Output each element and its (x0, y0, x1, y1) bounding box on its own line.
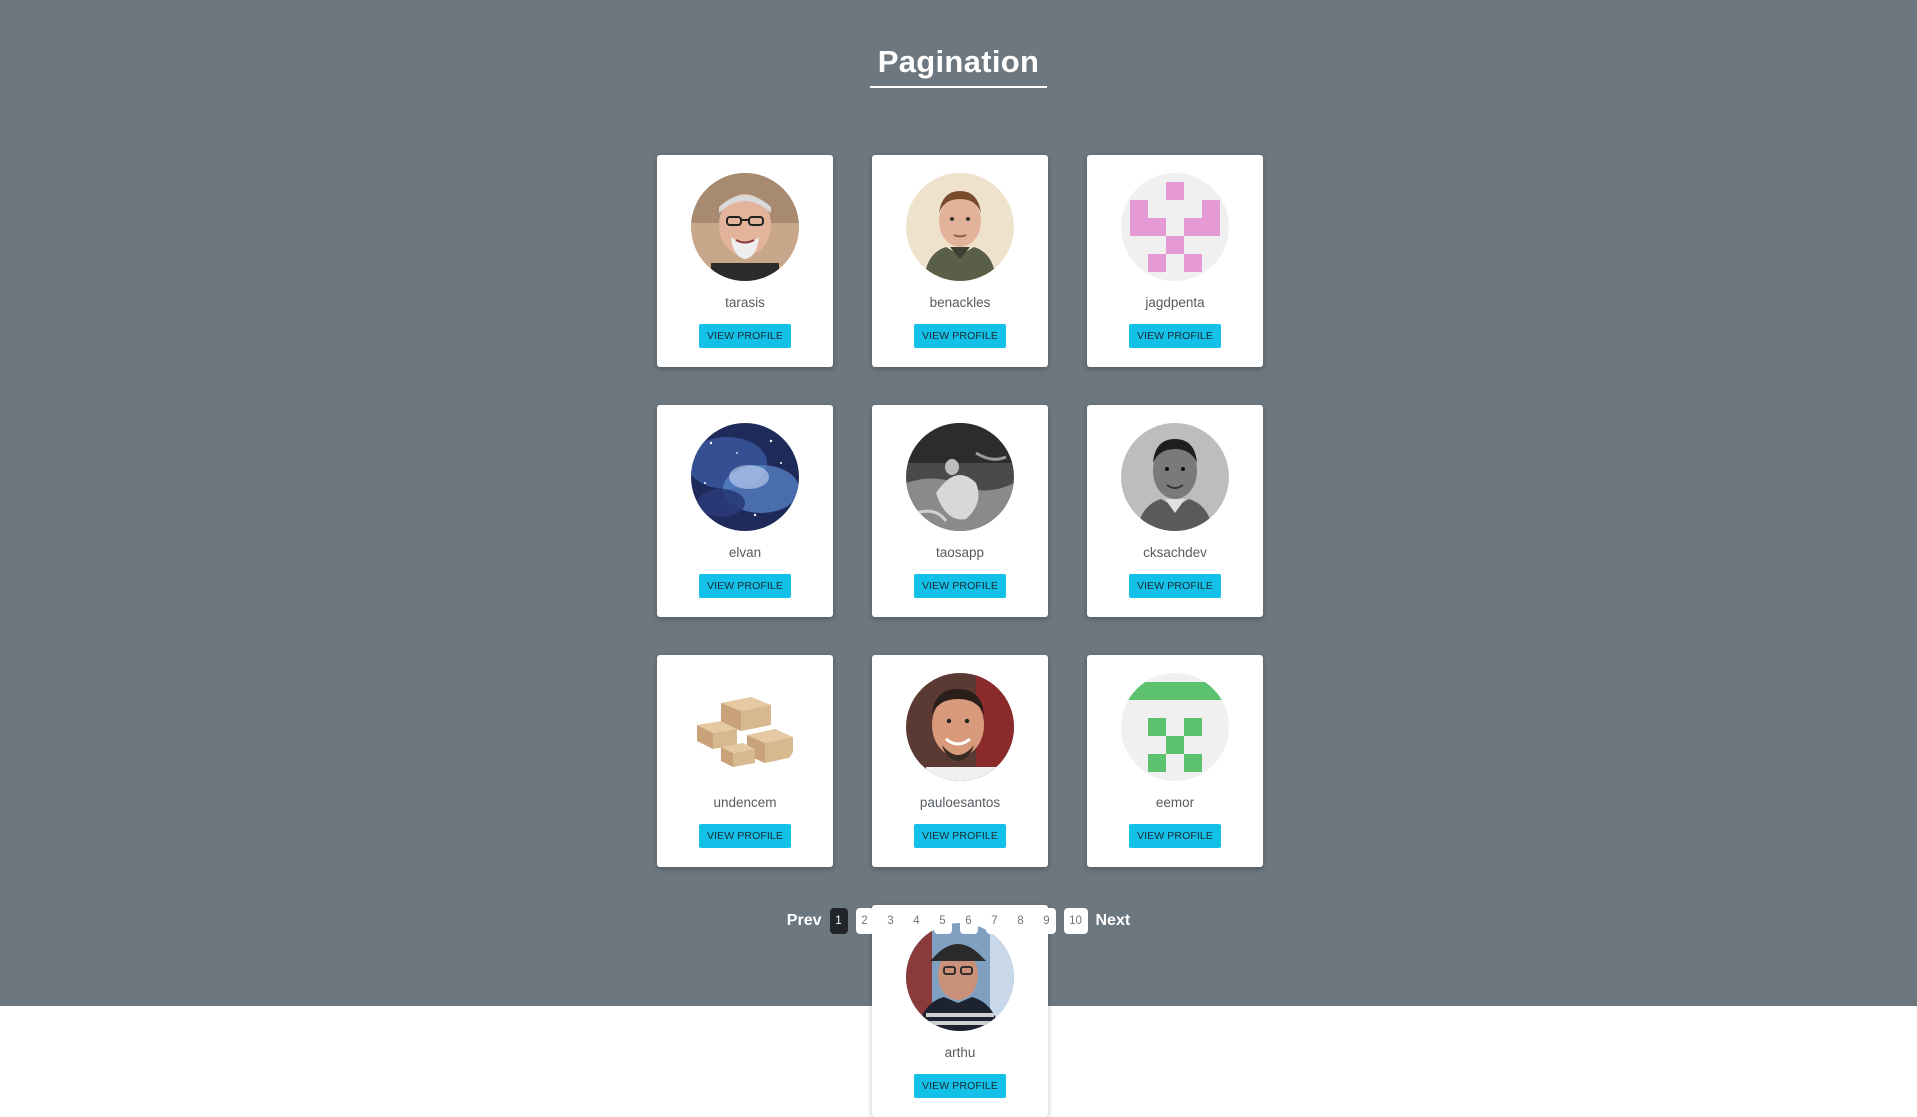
page: Pagination tarasis VIEW PROFILE benackle… (0, 0, 1917, 1117)
page-title: Pagination (869, 44, 1048, 88)
username: taosapp (935, 545, 985, 560)
avatar (1121, 423, 1229, 531)
page-button-3[interactable]: 3 (881, 908, 900, 934)
page-button-8[interactable]: 8 (1011, 908, 1030, 934)
page-button-2[interactable]: 2 (855, 908, 874, 934)
view-profile-button[interactable]: VIEW PROFILE (1129, 324, 1221, 348)
user-card: cksachdev VIEW PROFILE (1087, 405, 1263, 617)
user-card: eemor VIEW PROFILE (1087, 655, 1263, 867)
username: elvan (728, 545, 762, 560)
page-button-6[interactable]: 6 (959, 908, 978, 934)
avatar (1121, 673, 1229, 781)
prev-link[interactable]: Prev (783, 912, 826, 930)
pagination: Prev 1 2 3 4 5 6 7 8 9 10 Next (0, 908, 1917, 934)
user-card: elvan VIEW PROFILE (657, 405, 833, 617)
page-button-1[interactable]: 1 (829, 908, 848, 934)
view-profile-button[interactable]: VIEW PROFILE (914, 574, 1006, 598)
view-profile-button[interactable]: VIEW PROFILE (914, 324, 1006, 348)
title-wrap: Pagination (0, 44, 1917, 88)
user-card: pauloesantos VIEW PROFILE (872, 655, 1048, 867)
page-button-7[interactable]: 7 (985, 908, 1004, 934)
user-grid: tarasis VIEW PROFILE benackles VIEW PROF… (550, 155, 1370, 1117)
page-button-5[interactable]: 5 (933, 908, 952, 934)
username: benackles (929, 295, 991, 310)
next-link[interactable]: Next (1092, 912, 1135, 930)
page-button-9[interactable]: 9 (1037, 908, 1056, 934)
user-card: tarasis VIEW PROFILE (657, 155, 833, 367)
username: tarasis (725, 295, 765, 310)
view-profile-button[interactable]: VIEW PROFILE (914, 1074, 1006, 1098)
view-profile-button[interactable]: VIEW PROFILE (1129, 574, 1221, 598)
username: jagdpenta (1145, 295, 1205, 310)
view-profile-button[interactable]: VIEW PROFILE (699, 574, 791, 598)
avatar (906, 923, 1014, 1031)
username: pauloesantos (919, 795, 1001, 810)
user-card: jagdpenta VIEW PROFILE (1087, 155, 1263, 367)
view-profile-button[interactable]: VIEW PROFILE (1129, 824, 1221, 848)
avatar (1121, 173, 1229, 281)
username: arthu (944, 1045, 976, 1060)
user-card: undencem VIEW PROFILE (657, 655, 833, 867)
user-card: benackles VIEW PROFILE (872, 155, 1048, 367)
avatar (906, 673, 1014, 781)
page-button-4[interactable]: 4 (907, 908, 926, 934)
view-profile-button[interactable]: VIEW PROFILE (699, 824, 791, 848)
avatar (691, 673, 799, 781)
avatar (691, 173, 799, 281)
view-profile-button[interactable]: VIEW PROFILE (699, 324, 791, 348)
avatar (691, 423, 799, 531)
username: undencem (713, 795, 777, 810)
page-button-10[interactable]: 10 (1063, 908, 1088, 934)
avatar (906, 423, 1014, 531)
user-card: taosapp VIEW PROFILE (872, 405, 1048, 617)
username: cksachdev (1143, 545, 1207, 560)
view-profile-button[interactable]: VIEW PROFILE (914, 824, 1006, 848)
user-card: arthu VIEW PROFILE (872, 905, 1048, 1117)
avatar (906, 173, 1014, 281)
username: eemor (1155, 795, 1195, 810)
